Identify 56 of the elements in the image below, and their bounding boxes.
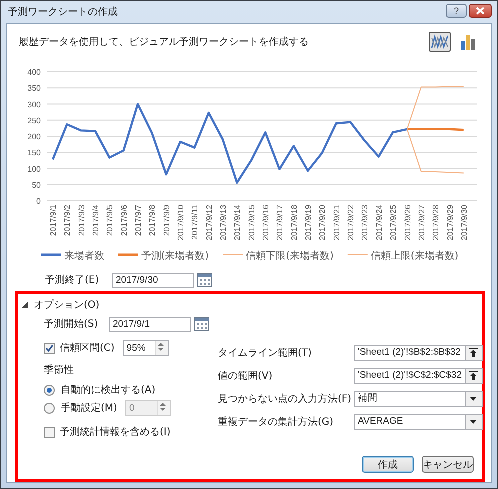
axis-label: 150 bbox=[28, 148, 41, 158]
axis-label: 2017/9/29 bbox=[446, 205, 455, 241]
field-label: 予測終了(E) bbox=[45, 274, 100, 287]
group-label: 季節性 bbox=[44, 364, 75, 378]
axis-label: 2017/9/12 bbox=[204, 205, 214, 241]
window-title: 予測ワークシートの作成 bbox=[8, 6, 118, 19]
axis-label: 2017/9/25 bbox=[389, 205, 398, 241]
axis-label: 100 bbox=[28, 164, 41, 174]
legend-label: 信頼下限(来場者数) bbox=[246, 251, 334, 262]
axis-label: 2017/9/26 bbox=[403, 205, 412, 241]
radio-label: 手動設定(M) bbox=[61, 402, 118, 415]
axis-label: 2017/9/19 bbox=[304, 205, 314, 241]
axis-label: 2017/9/16 bbox=[262, 205, 271, 241]
legend-label: 来場者数 bbox=[64, 251, 104, 262]
axis-label: 300 bbox=[28, 100, 41, 110]
legend-label: 予測(来場者数) bbox=[141, 251, 210, 262]
axis-label: 2017/9/27 bbox=[417, 205, 426, 241]
axis-label: 2017/9/5 bbox=[106, 205, 115, 236]
axis-label: 2017/9/28 bbox=[432, 205, 441, 241]
axis-label: 2017/9/14 bbox=[233, 205, 242, 241]
axis-label: 2017/9/9 bbox=[162, 205, 172, 236]
axis-label: 2017/9/21 bbox=[332, 205, 342, 241]
axis-label: 2017/9/22 bbox=[346, 205, 356, 241]
axis-label: 2017/9/6 bbox=[120, 205, 129, 236]
axis-label: 2017/9/15 bbox=[247, 205, 256, 241]
axis-label: 2017/9/13 bbox=[219, 205, 228, 241]
axis-label: 2017/9/24 bbox=[374, 205, 384, 241]
checkbox-label: 予測統計情報を含める(I) bbox=[60, 426, 171, 439]
field-label: 値の範囲(V) bbox=[218, 370, 274, 382]
axis-label: 2017/9/8 bbox=[148, 205, 158, 236]
axis-label: 2017/9/30 bbox=[460, 205, 469, 241]
axis-label: 2017/9/23 bbox=[360, 205, 370, 241]
field-label: タイムライン範囲(T) bbox=[218, 346, 313, 360]
axis-label: 2017/9/2 bbox=[63, 205, 72, 236]
axis-label: 2017/9/17 bbox=[276, 205, 285, 241]
axis-label: 2017/9/20 bbox=[318, 205, 328, 241]
field-label: 見つからない点の入力方法(F) bbox=[218, 392, 353, 406]
axis-label: 50 bbox=[32, 180, 41, 190]
axis-label: 2017/9/1 bbox=[49, 205, 58, 236]
axis-label: 250 bbox=[28, 116, 41, 126]
radio-label: 自動的に検出する(A) bbox=[61, 384, 156, 397]
axis-label: 200 bbox=[28, 132, 41, 142]
axis-label: 400 bbox=[28, 68, 41, 77]
axis-label: 0 bbox=[36, 197, 41, 206]
axis-label: 2017/9/18 bbox=[290, 205, 299, 241]
field-label: 予測開始(S) bbox=[44, 318, 100, 331]
axis-label: 2017/9/10 bbox=[176, 205, 186, 241]
axis-label: 2017/9/3 bbox=[77, 205, 86, 236]
axis-label: 2017/9/7 bbox=[134, 205, 144, 236]
axis-label: 2017/9/4 bbox=[92, 205, 100, 236]
field-label: 重複データの集計方法(G) bbox=[218, 416, 335, 428]
legend-label: 信頼上限(来場者数) bbox=[370, 251, 459, 262]
axis-label: 350 bbox=[28, 84, 41, 94]
axis-label: 2017/9/11 bbox=[190, 205, 200, 240]
checkbox-label: 信頼区間(C) bbox=[60, 342, 115, 355]
description-text: 履歴データを使用して、ビジュアル予測ワークシートを作成する bbox=[19, 36, 309, 49]
